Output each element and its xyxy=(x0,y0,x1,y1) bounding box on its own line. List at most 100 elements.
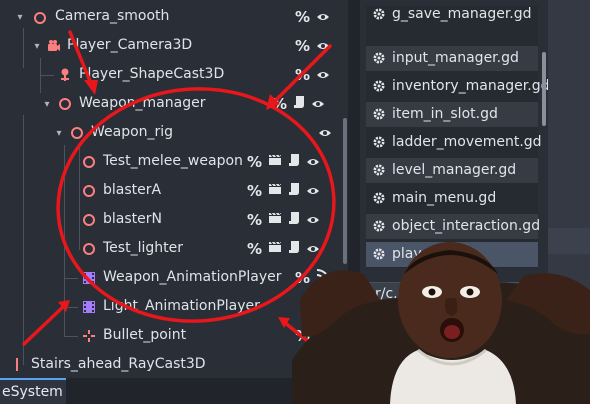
visibility-eye-icon[interactable] xyxy=(306,244,320,254)
unique-name-icon[interactable]: % xyxy=(247,240,262,258)
clapperboard-icon[interactable] xyxy=(268,241,282,257)
panel-divider[interactable] xyxy=(348,0,360,404)
gear-icon xyxy=(373,136,385,148)
scrollbar-thumb[interactable] xyxy=(343,118,347,264)
filter-methods-text: r/c.g xyxy=(375,286,407,302)
method-item[interactable]: Update xyxy=(370,382,421,398)
unique-name-icon[interactable]: % xyxy=(247,182,262,200)
node3d-icon xyxy=(83,156,95,168)
editor-highlight-line xyxy=(548,228,590,254)
scrollbar-thumb[interactable] xyxy=(542,52,546,126)
node-label: Player_ShapeCast3D xyxy=(79,66,225,82)
script-item[interactable]: inventory_manager.gd xyxy=(366,74,550,99)
tree-row-blastera[interactable]: blasterA % xyxy=(0,177,340,206)
tree-row-stairs-ahead-raycast3d[interactable]: Stairs_ahead_RayCast3D % xyxy=(0,351,340,378)
collapse-toggle-icon[interactable]: ▾ xyxy=(14,12,26,24)
filesystem-tab[interactable]: eSystem xyxy=(0,378,66,404)
visibility-eye-icon[interactable] xyxy=(306,215,320,225)
script-icon[interactable] xyxy=(288,240,300,258)
clapperboard-icon[interactable] xyxy=(268,154,282,170)
script-name: object_interaction.gd xyxy=(392,218,541,234)
node-label: Test_lighter xyxy=(103,240,183,256)
node-label: Weapon_manager xyxy=(79,95,206,111)
script-item[interactable]: object_interaction.gd xyxy=(366,214,541,239)
visibility-eye-icon[interactable] xyxy=(318,128,332,138)
method-item[interactable]: Meth xyxy=(388,318,423,334)
tree-row-weapon-rig[interactable]: ▾ Weapon_rig xyxy=(0,119,340,148)
gear-icon xyxy=(373,80,385,92)
tree-row-test-melee-weapon[interactable]: Test_melee_weapon % xyxy=(0,148,340,177)
raycast3d-icon xyxy=(16,358,18,371)
shapecast3d-icon xyxy=(61,68,69,81)
marker3d-icon xyxy=(83,330,95,342)
code-editor-edge xyxy=(548,0,590,404)
visibility-eye-icon[interactable] xyxy=(316,70,330,80)
script-item[interactable]: item_in_slot.gd xyxy=(366,102,538,127)
drag-handle-icon[interactable] xyxy=(344,384,348,398)
collapse-toggle-icon[interactable]: ▾ xyxy=(41,99,53,111)
script-list-scrollbar[interactable] xyxy=(541,0,547,270)
gear-icon xyxy=(373,52,385,64)
script-name: input_manager.gd xyxy=(392,50,519,66)
unique-name-icon[interactable]: % xyxy=(295,269,310,287)
tree-row-test-lighter[interactable]: Test_lighter % xyxy=(0,235,340,264)
method-item[interactable]: _read xyxy=(370,354,409,370)
tree-row-bullet-point[interactable]: Bullet_point % xyxy=(0,322,340,351)
script-icon[interactable] xyxy=(288,211,300,229)
node-label: Bullet_point xyxy=(103,327,187,343)
script-icon[interactable] xyxy=(293,95,305,113)
script-name: main_menu.gd xyxy=(392,190,497,206)
collapse-toggle-icon[interactable]: ▾ xyxy=(31,41,43,53)
clapperboard-icon[interactable] xyxy=(268,212,282,228)
unique-name-icon[interactable]: % xyxy=(247,153,262,171)
script-item[interactable]: input_manager.gd xyxy=(366,46,538,71)
clapperboard-icon[interactable] xyxy=(268,183,282,199)
tree-row-weapon-manager[interactable]: ▾ Weapon_manager % xyxy=(0,90,340,119)
script-item-selected[interactable]: player xyxy=(366,242,538,267)
visibility-eye-icon[interactable] xyxy=(306,186,320,196)
script-name: player xyxy=(392,246,437,262)
script-item[interactable]: g_save_manager.gd xyxy=(366,2,538,27)
unique-name-icon[interactable]: % xyxy=(295,8,310,26)
unique-name-icon[interactable]: % xyxy=(295,327,310,345)
filter-methods-field[interactable]: r/c.g xyxy=(366,282,524,308)
visibility-eye-icon[interactable] xyxy=(311,99,325,109)
gear-icon xyxy=(373,192,385,204)
node-label: Light_AnimationPlayer xyxy=(103,298,260,314)
node-label: Stairs_ahead_RayCast3D xyxy=(31,356,206,372)
node-label: Player_Camera3D xyxy=(67,37,193,53)
tree-row-player-shapecast3d[interactable]: Player_ShapeCast3D % xyxy=(0,61,340,90)
node3d-icon xyxy=(83,243,95,255)
unique-name-icon[interactable]: % xyxy=(295,37,310,55)
visibility-eye-icon[interactable] xyxy=(316,12,330,22)
script-item[interactable]: ladder_movement.gd xyxy=(366,130,542,155)
tree-row-weapon-animationplayer[interactable]: Weapon_AnimationPlayer % xyxy=(0,264,340,293)
animationplayer-icon xyxy=(83,272,95,284)
node3d-icon xyxy=(34,12,46,24)
tree-row-player-camera3d[interactable]: ▾ Player_Camera3D % xyxy=(0,32,340,61)
gear-icon xyxy=(373,164,385,176)
collapse-toggle-icon[interactable]: ▾ xyxy=(53,128,65,140)
node3d-icon xyxy=(71,127,83,139)
node-label: Camera_smooth xyxy=(55,8,170,24)
unique-name-icon[interactable]: % xyxy=(295,66,310,84)
node3d-icon xyxy=(83,185,95,197)
unique-name-icon[interactable]: % xyxy=(247,211,262,229)
visibility-eye-icon[interactable] xyxy=(306,157,320,167)
node-label: Weapon_rig xyxy=(91,124,174,140)
script-name: inventory_manager.gd xyxy=(392,78,550,94)
tree-row-light-animationplayer[interactable]: Light_AnimationPlayer xyxy=(0,293,340,322)
script-item[interactable]: main_menu.gd xyxy=(366,186,538,211)
visibility-eye-icon[interactable] xyxy=(316,41,330,51)
filesystem-tab-label: eSystem xyxy=(2,384,63,400)
signals-icon[interactable] xyxy=(316,269,331,287)
script-item[interactable]: level_manager.gd xyxy=(366,158,538,183)
script-icon[interactable] xyxy=(288,153,300,171)
node-label: Test_melee_weapon xyxy=(103,153,243,169)
tree-row-blastern[interactable]: blasterN % xyxy=(0,206,340,235)
script-icon[interactable] xyxy=(288,182,300,200)
unique-name-icon[interactable]: % xyxy=(272,95,287,113)
tree-row-camera-smooth[interactable]: ▾ Camera_smooth % xyxy=(0,3,340,32)
node-label: Weapon_AnimationPlayer xyxy=(103,269,282,285)
unique-name-icon[interactable]: % xyxy=(295,356,310,374)
